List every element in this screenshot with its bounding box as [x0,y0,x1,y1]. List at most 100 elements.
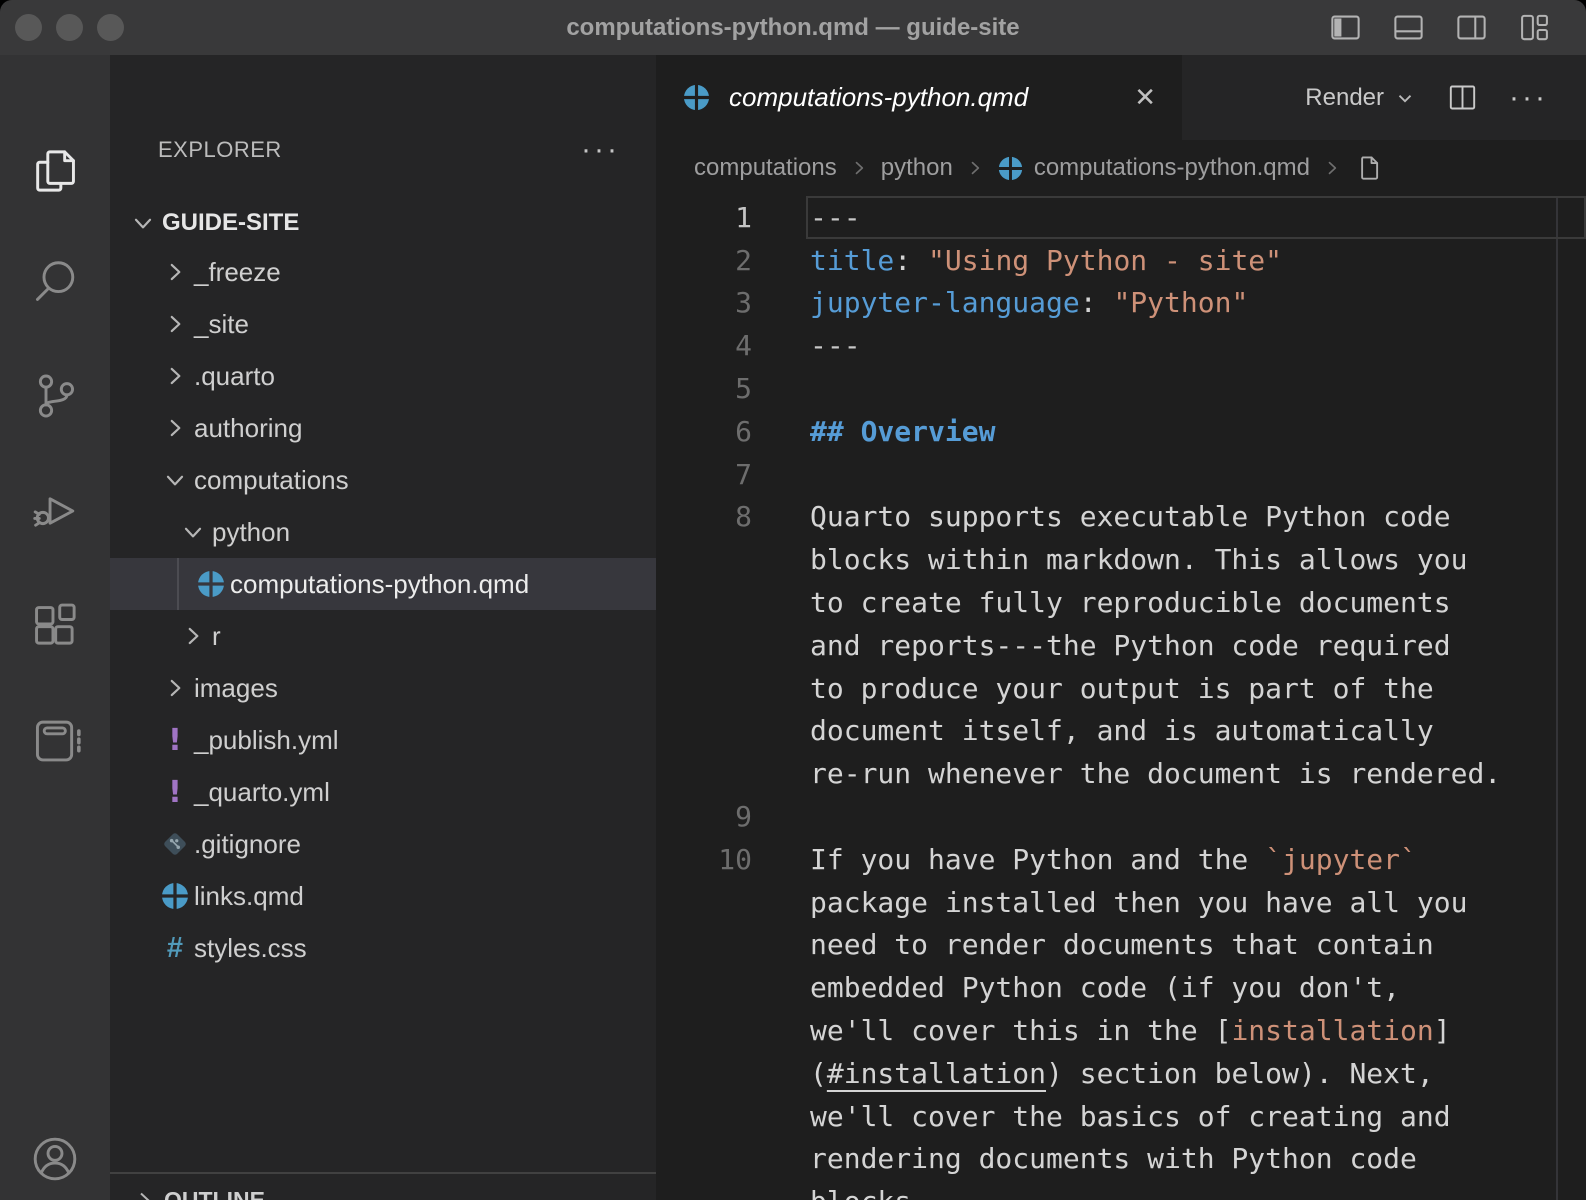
tree-item-publish-yml[interactable]: !_publish.yml [110,714,656,766]
toggle-secondary-sidebar-icon[interactable] [1454,10,1489,45]
code-line-4: 4--- [656,324,1586,367]
chevron-down-icon [180,519,206,545]
chevron-down-icon [1394,87,1416,109]
line-number: 10 [656,843,752,876]
activity-item-notebook[interactable] [27,713,83,769]
explorer-sidebar: EXPLORER ··· GUIDE-SITE_freeze_site.quar… [110,55,656,1200]
chevron-right-icon [162,363,188,389]
quarto-file-icon [682,83,711,112]
tab-computations-python[interactable]: computations-python.qmd ✕ [656,55,1182,140]
yaml-file-icon: ! [168,775,182,810]
quarto-file-icon [160,881,190,911]
tree-item-quarto[interactable]: .quarto [110,350,656,402]
code-line-1: 1--- [656,196,1586,239]
code-line-wrap: we'll cover the basics of creating and [656,1095,1586,1138]
chevron-right-icon [132,1188,156,1200]
activity-item-run-and-debug[interactable] [27,483,83,539]
tree-item-styles-css[interactable]: #styles.css [110,922,656,974]
breadcrumb-item-file[interactable] [1354,153,1384,183]
code-line-2: 2title: "Using Python - site" [656,239,1586,282]
editor-code-area[interactable]: 1---2title: "Using Python - site"3jupyte… [656,196,1586,1200]
code-line-6: 6## Overview [656,410,1586,453]
sidebar-title: EXPLORER [158,137,282,163]
toggle-panel-icon[interactable] [1391,10,1426,45]
breadcrumb-separator-icon [1322,158,1342,178]
tree-item-freeze[interactable]: _freeze [110,246,656,298]
search-icon [28,254,82,308]
file-icon [1354,153,1384,183]
breadcrumb-item-python[interactable]: python [881,154,953,182]
tree-item-authoring[interactable]: authoring [110,402,656,454]
explorer-icon [28,144,82,198]
code-line-wrap: re-run whenever the document is rendered… [656,752,1586,795]
breadcrumb: computations python computations-python.qm… [656,140,1586,196]
code-line-wrap: we'll cover this in the [installation] [656,1009,1586,1052]
code-line-wrap: package installed then you have all you [656,881,1586,924]
indent-guide [177,558,179,610]
toggle-primary-sidebar-icon[interactable] [1328,10,1363,45]
code-line-7: 7 [656,453,1586,496]
explorer-more-actions-icon[interactable]: ··· [581,145,620,155]
activity-item-explorer[interactable] [27,143,83,199]
source-control-icon [28,369,82,423]
tab-title: computations-python.qmd [729,82,1028,113]
code-line-wrap: to create fully reproducible documents [656,581,1586,624]
line-number: 3 [656,286,752,319]
tree-item-python[interactable]: python [110,506,656,558]
quarto-file-icon [196,569,226,599]
activity-item-source-control[interactable] [27,368,83,424]
outline-section-header[interactable]: OUTLINE [110,1172,656,1200]
customize-layout-icon[interactable] [1517,10,1552,45]
line-number: 1 [656,201,752,234]
chevron-right-icon [162,259,188,285]
code-line-5: 5 [656,367,1586,410]
css-file-icon: # [167,932,183,965]
layout-controls [1328,0,1552,55]
split-editor-button[interactable] [1446,81,1479,114]
account-icon [28,1132,82,1186]
code-line-wrap: rendering documents with Python code [656,1138,1586,1181]
run-and-debug-icon [28,484,82,538]
quarto-file-icon [997,155,1024,182]
line-number: 7 [656,458,752,491]
code-line-wrap: (#installation) section below). Next, [656,1052,1586,1095]
breadcrumb-item-computations-python-qmd[interactable]: computations-python.qmd [997,154,1310,182]
editor-more-actions-icon[interactable]: ··· [1509,93,1548,103]
file-tree: GUIDE-SITE_freeze_site.quartoauthoringco… [110,200,656,974]
tree-item-computations[interactable]: computations [110,454,656,506]
code-line-wrap: blocks [656,1180,1586,1200]
tree-item-quarto-yml[interactable]: !_quarto.yml [110,766,656,818]
code-line-10: 10If you have Python and the `jupyter` [656,838,1586,881]
code-line-wrap: blocks within markdown. This allows you [656,538,1586,581]
activity-item-search[interactable] [27,253,83,309]
close-tab-icon[interactable]: ✕ [1134,82,1156,113]
yaml-file-icon: ! [168,723,182,758]
tree-item-r[interactable]: r [110,610,656,662]
code-line-wrap: embedded Python code (if you don't, [656,966,1586,1009]
titlebar: computations-python.qmd — guide-site [0,0,1586,55]
tree-item-links-qmd[interactable]: links.qmd [110,870,656,922]
tree-root-guide-site[interactable]: GUIDE-SITE [110,200,656,246]
chevron-right-icon [162,311,188,337]
code-line-wrap: to produce your output is part of the [656,667,1586,710]
tree-item-computations-python-qmd[interactable]: computations-python.qmd [110,558,656,610]
breadcrumb-item-computations[interactable]: computations [694,154,837,182]
editor-group: computations-python.qmd ✕ Render ··· com… [656,55,1586,1200]
chevron-right-icon [162,415,188,441]
line-number: 4 [656,329,752,362]
tree-item-images[interactable]: images [110,662,656,714]
render-button[interactable]: Render [1305,84,1416,112]
tree-item-gitignore[interactable]: .gitignore [110,818,656,870]
code-line-wrap: need to render documents that contain [656,924,1586,967]
breadcrumb-separator-icon [965,158,985,178]
git-file-icon [160,829,190,859]
chevron-down-icon [128,208,158,238]
activity-bar [0,55,110,1200]
extensions-icon [28,599,82,653]
tab-bar: computations-python.qmd ✕ Render ··· [656,55,1586,140]
editor-actions: Render ··· [1182,55,1586,140]
activity-item-extensions[interactable] [27,598,83,654]
notebook-icon [28,714,82,768]
tree-item-site[interactable]: _site [110,298,656,350]
activity-item-account[interactable] [27,1131,83,1187]
